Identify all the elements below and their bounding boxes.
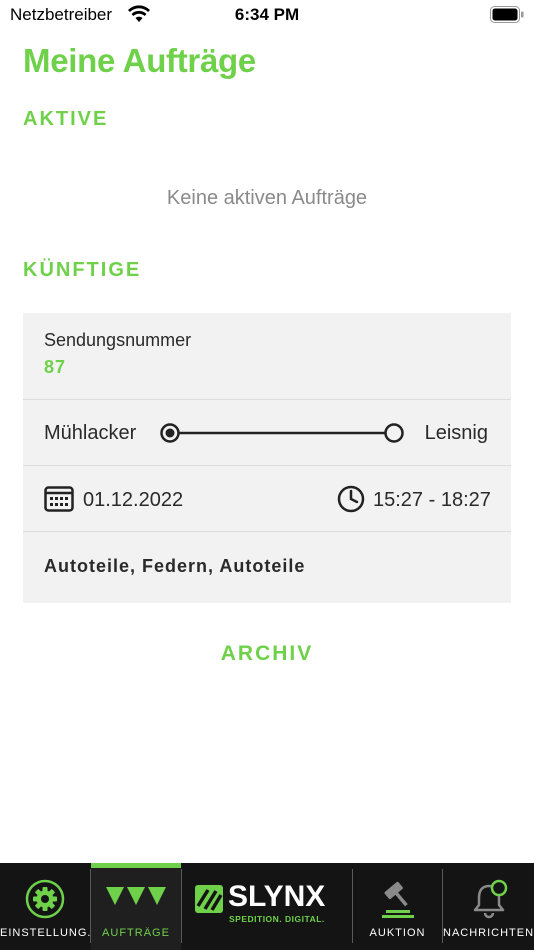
- section-title-active: AKTIVE: [23, 108, 109, 130]
- tab-settings-label: EINSTELLUNG...: [0, 927, 90, 939]
- route-origin: Mühlacker: [44, 422, 137, 444]
- status-bar: Netzbetreiber 6:34 PM: [0, 0, 534, 30]
- clock-icon: [337, 485, 365, 513]
- tab-auction-label: AUKTION: [369, 927, 426, 939]
- gavel-icon: [381, 881, 414, 918]
- tab-home-logo[interactable]: SLYNX SPEDITION. DIGITAL.: [182, 863, 352, 950]
- schedule-row: 01.12.2022 15:27 - 18:27: [23, 466, 511, 532]
- tab-messages-label: NACHRICHTEN: [443, 927, 534, 939]
- pickup-time-window: 15:27 - 18:27: [373, 489, 491, 511]
- shipment-number-row: Sendungsnummer 87: [23, 313, 511, 400]
- tab-settings[interactable]: EINSTELLUNG...: [0, 863, 90, 950]
- slynx-logo-tagline: SPEDITION. DIGITAL.: [229, 914, 325, 924]
- tab-bar: EINSTELLUNG... AUFTRÄGE SLYNX SPEDITION.…: [0, 863, 534, 950]
- empty-active-message: Keine aktiven Aufträge: [166, 187, 368, 209]
- battery-icon: [490, 6, 524, 23]
- order-card[interactable]: Sendungsnummer 87 Mühlacker Leisnig 01.1…: [23, 313, 511, 603]
- orders-icon: [106, 887, 166, 905]
- gear-icon: [25, 879, 65, 919]
- calendar-icon: [44, 486, 74, 512]
- tab-orders[interactable]: AUFTRÄGE: [91, 863, 181, 950]
- archive-button[interactable]: ARCHIV: [0, 642, 534, 666]
- tab-auction[interactable]: AUKTION: [353, 863, 442, 950]
- route-row: Mühlacker Leisnig: [23, 400, 511, 466]
- goods-row: Autoteile, Federn, Autoteile: [23, 532, 511, 603]
- goods-description: Autoteile, Federn, Autoteile: [44, 556, 306, 576]
- clock: 6:34 PM: [234, 5, 300, 24]
- pickup-date: 01.12.2022: [83, 489, 184, 511]
- slynx-logo-mark: [195, 885, 223, 913]
- shipment-number: 87: [44, 357, 67, 377]
- page-title: Meine Aufträge: [23, 42, 256, 79]
- slynx-logo-text: SLYNX: [228, 880, 326, 913]
- section-title-future: KÜNFTIGE: [23, 259, 142, 281]
- shipment-number-label: Sendungsnummer: [44, 330, 192, 350]
- tab-messages[interactable]: NACHRICHTEN: [443, 863, 534, 950]
- tab-orders-label: AUFTRÄGE: [102, 927, 170, 939]
- active-tab-indicator: [91, 863, 181, 868]
- route-line-icon: [160, 423, 404, 443]
- route-destination: Leisnig: [424, 422, 488, 444]
- bell-icon: [473, 879, 507, 919]
